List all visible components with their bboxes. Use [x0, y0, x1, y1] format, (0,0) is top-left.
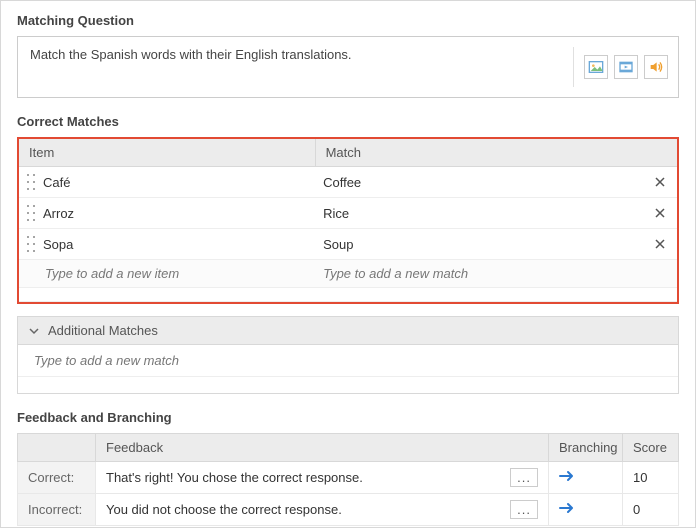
delete-row-button[interactable] [651, 235, 669, 253]
question-text[interactable]: Match the Spanish words with their Engli… [18, 37, 573, 97]
additional-matches: Additional Matches Type to add a new mat… [17, 316, 679, 394]
match-row: Sopa Soup [19, 229, 677, 260]
feedback-text[interactable]: That's right! You chose the correct resp… [106, 470, 363, 485]
feedback-score[interactable]: 10 [623, 462, 679, 494]
arrow-right-icon [559, 469, 575, 483]
match-row: Arroz Rice [19, 198, 677, 229]
additional-match-placeholder[interactable]: Type to add a new match [34, 353, 179, 368]
match-item-text[interactable]: Café [43, 175, 70, 190]
close-icon [655, 177, 665, 187]
feedback-row-label: Incorrect: [18, 494, 96, 526]
match-match-text[interactable]: Coffee [323, 175, 361, 190]
branching-button[interactable] [559, 503, 575, 518]
feedback-more-button[interactable]: ... [510, 468, 538, 487]
additional-matches-header[interactable]: Additional Matches [18, 317, 678, 345]
delete-row-button[interactable] [651, 173, 669, 191]
col-header-item: Item [19, 139, 315, 167]
media-buttons [573, 47, 678, 87]
feedback-score[interactable]: 0 [623, 494, 679, 526]
feedback-more-button[interactable]: ... [510, 500, 538, 519]
chevron-down-icon [28, 325, 40, 337]
drag-handle-icon[interactable] [27, 236, 35, 252]
new-item-placeholder[interactable]: Type to add a new item [27, 266, 179, 281]
new-match-placeholder[interactable]: Type to add a new match [323, 266, 468, 281]
fb-col-score: Score [623, 434, 679, 462]
feedback-row-label: Correct: [18, 462, 96, 494]
branching-button[interactable] [559, 471, 575, 486]
fb-col-feedback: Feedback [96, 434, 549, 462]
image-icon [588, 59, 604, 75]
match-row: Café Coffee [19, 167, 677, 198]
feedback-row: Incorrect: You did not choose the correct… [18, 494, 679, 526]
fb-col-blank [18, 434, 96, 462]
arrow-right-icon [559, 501, 575, 515]
match-match-text[interactable]: Rice [323, 206, 349, 221]
additional-matches-title: Additional Matches [48, 323, 158, 338]
audio-icon [648, 59, 664, 75]
fb-col-branching: Branching [549, 434, 623, 462]
section-title-question: Matching Question [17, 13, 679, 28]
match-match-text[interactable]: Soup [323, 237, 353, 252]
col-header-match: Match [315, 139, 677, 167]
video-icon [618, 59, 634, 75]
insert-image-button[interactable] [584, 55, 608, 79]
feedback-table: Feedback Branching Score Correct: That's … [17, 433, 679, 526]
match-item-text[interactable]: Sopa [43, 237, 73, 252]
drag-handle-icon[interactable] [27, 174, 35, 190]
drag-handle-icon[interactable] [27, 205, 35, 221]
match-item-text[interactable]: Arroz [43, 206, 74, 221]
question-box: Match the Spanish words with their Engli… [17, 36, 679, 98]
close-icon [655, 208, 665, 218]
feedback-text[interactable]: You did not choose the correct response. [106, 502, 342, 517]
section-title-feedback: Feedback and Branching [17, 410, 679, 425]
correct-matches-table: Item Match Café Coffee Arroz Rice Sopa Soup Ty… [17, 137, 679, 304]
panel: Matching Question Match the Spanish word… [0, 0, 696, 528]
feedback-row: Correct: That's right! You chose the corr… [18, 462, 679, 494]
insert-audio-button[interactable] [644, 55, 668, 79]
insert-video-button[interactable] [614, 55, 638, 79]
close-icon [655, 239, 665, 249]
delete-row-button[interactable] [651, 204, 669, 222]
section-title-matches: Correct Matches [17, 114, 679, 129]
